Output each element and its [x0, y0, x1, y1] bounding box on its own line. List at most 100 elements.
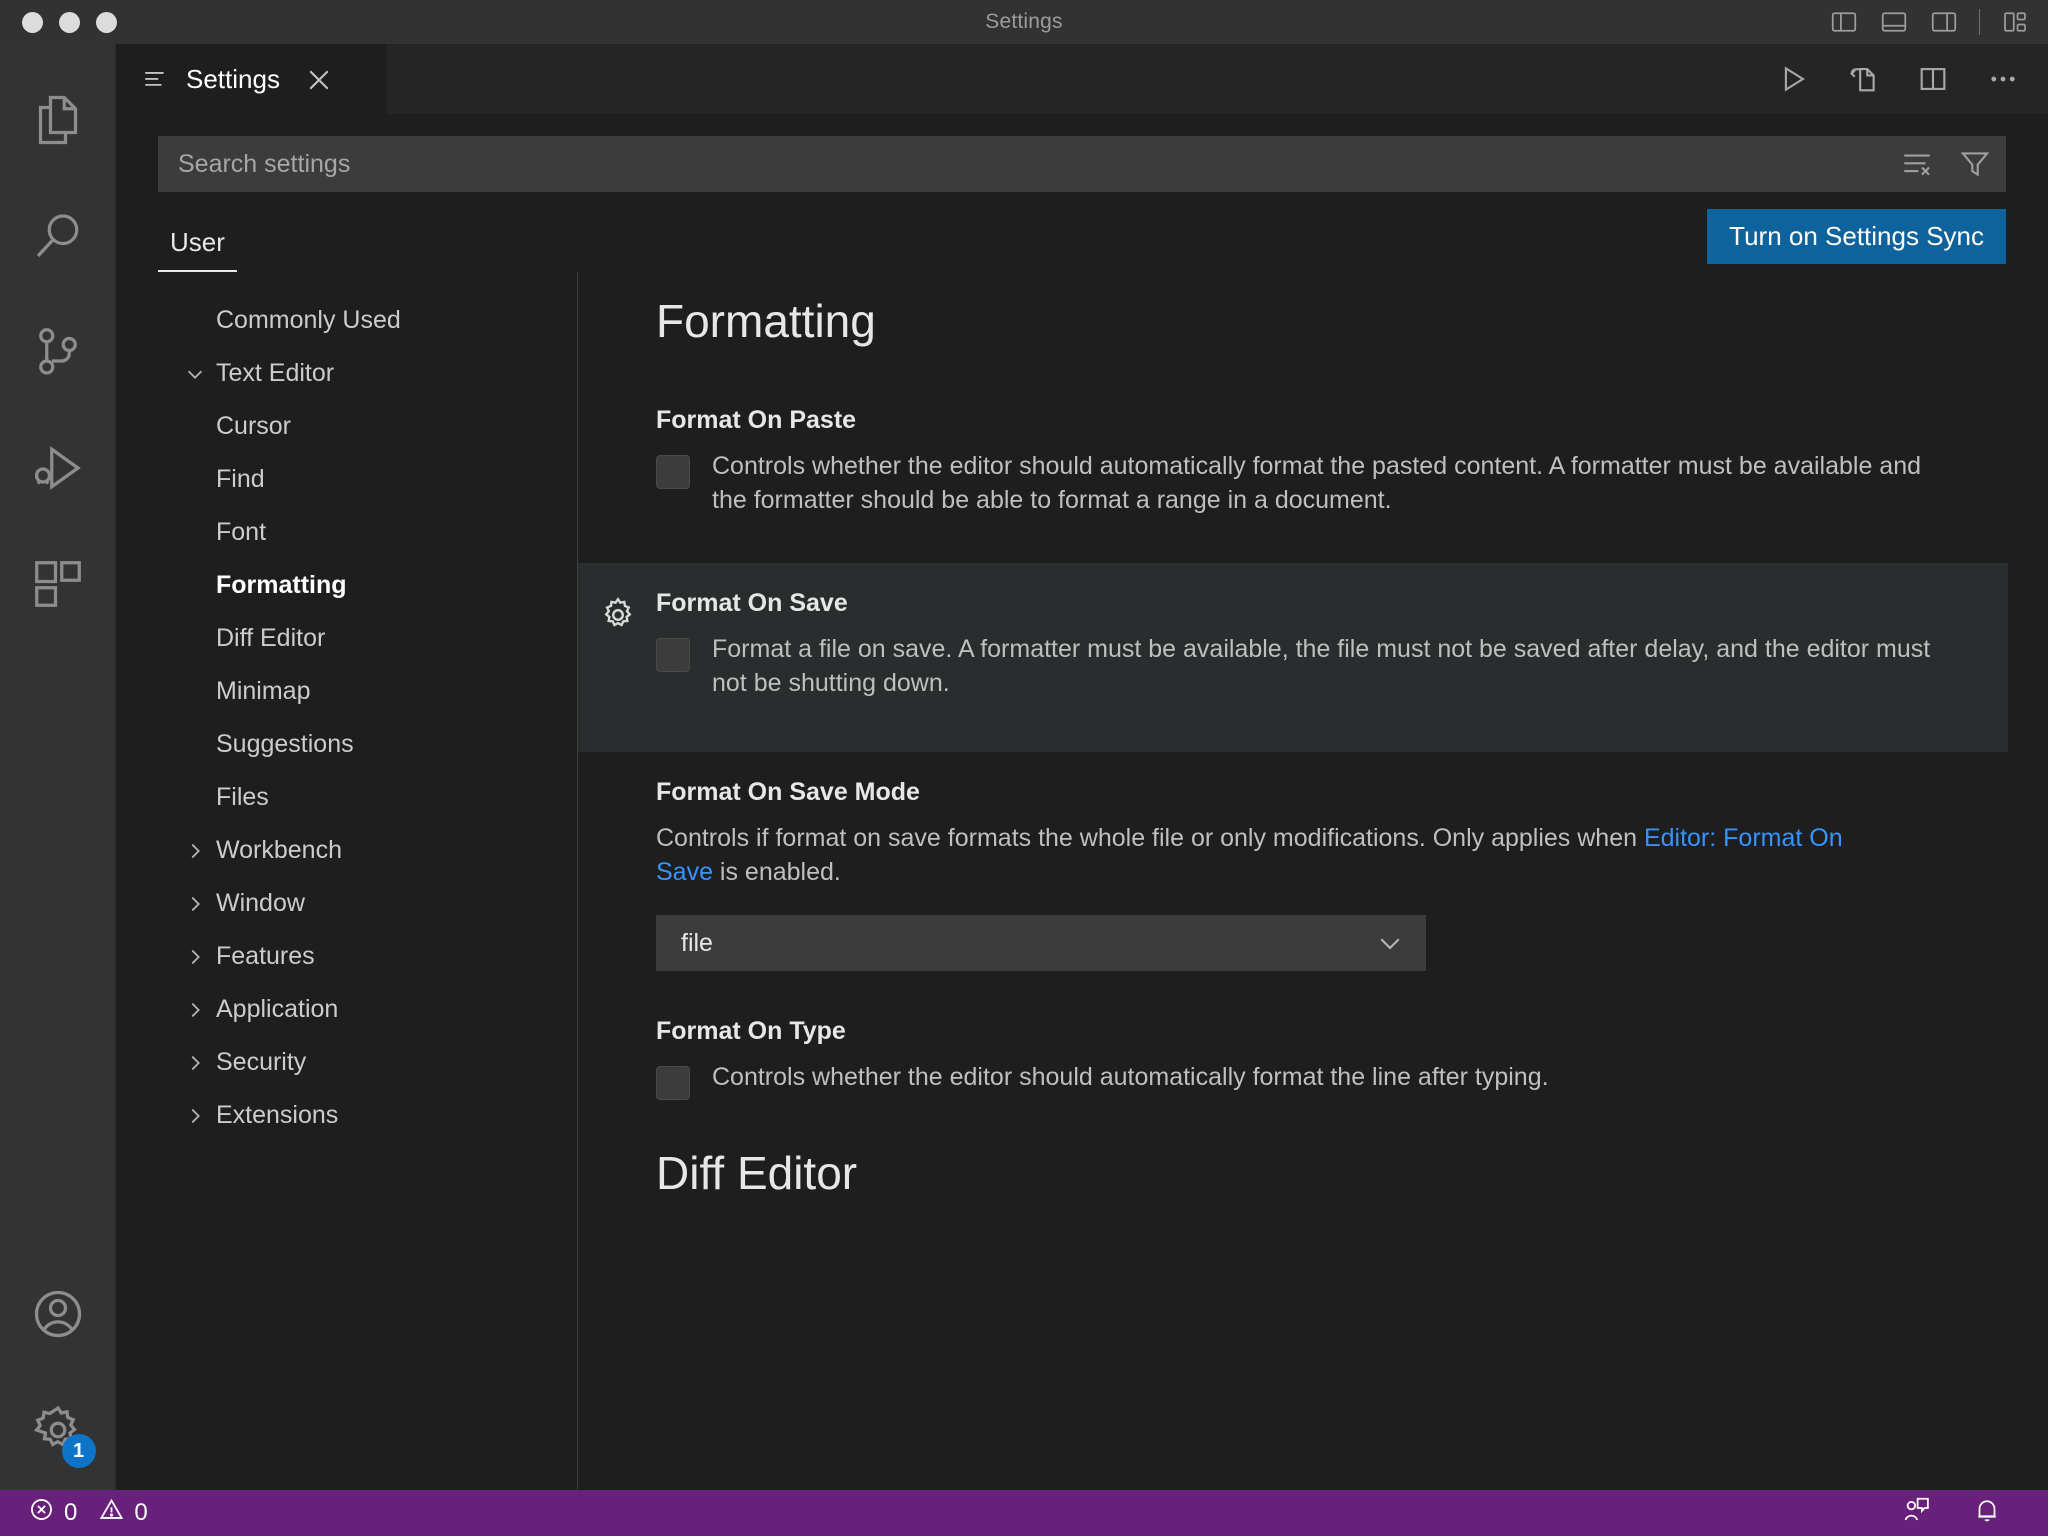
zoom-button[interactable]	[96, 11, 117, 33]
workbench-body: 1 Settings Search settings User Turn on …	[0, 44, 2048, 1490]
format-on-save-mode-select[interactable]: file	[656, 915, 1426, 971]
customize-layout-icon[interactable]	[2000, 7, 2030, 37]
more-actions-icon[interactable]	[1986, 62, 2020, 96]
setting-label: Format On Save Mode	[656, 778, 920, 806]
settings-toc-tree[interactable]: Commonly Used Text Editor Cursor Find Fo…	[158, 272, 578, 1490]
feedback-icon[interactable]	[1902, 1495, 1932, 1532]
tab-settings[interactable]: Settings	[116, 44, 386, 114]
activity-item-explorer[interactable]	[0, 64, 116, 180]
editor-actions	[386, 44, 2048, 114]
setting-control-row: Controls whether the editor should autom…	[656, 449, 2008, 517]
format-on-paste-checkbox[interactable]	[656, 455, 690, 489]
setting-control-row: Controls whether the editor should autom…	[656, 1060, 2008, 1100]
setting-label: Format On Paste	[656, 406, 857, 434]
activity-item-accounts[interactable]	[0, 1258, 116, 1374]
problems-status-item[interactable]: 0 0	[20, 1496, 156, 1530]
bell-icon[interactable]	[1972, 1495, 2002, 1532]
toc-item-suggestions[interactable]: Suggestions	[158, 718, 577, 771]
toc-item-label: Find	[216, 465, 265, 493]
chevron-down-icon[interactable]	[180, 363, 210, 385]
toggle-primary-sidebar-icon[interactable]	[1829, 7, 1859, 37]
warning-icon	[98, 1496, 125, 1530]
divider	[1979, 9, 1980, 35]
toc-item-extensions[interactable]: Extensions	[158, 1089, 577, 1142]
open-changes-icon[interactable]	[1846, 62, 1880, 96]
toc-item-label: Suggestions	[216, 730, 354, 758]
clear-settings-search-icon[interactable]	[1900, 147, 1934, 181]
error-icon	[28, 1496, 55, 1530]
chevron-right-icon[interactable]	[180, 893, 210, 915]
chevron-right-icon[interactable]	[180, 1052, 210, 1074]
editor-area: Settings Search settings User Turn on Se…	[116, 44, 2048, 1490]
extensions-icon	[28, 554, 88, 619]
setting-format-on-save[interactable]: Format On Save Format a file on save. A …	[578, 563, 2008, 752]
activity-item-run-and-debug[interactable]	[0, 412, 116, 528]
toc-item-security[interactable]: Security	[158, 1036, 577, 1089]
toc-item-label: Font	[216, 518, 267, 546]
vscode-window: Settings 1 Settings Search settings User…	[0, 0, 2048, 1536]
account-icon	[28, 1284, 88, 1349]
tab-label: Settings	[186, 64, 280, 94]
toc-item-label: Files	[216, 783, 269, 811]
status-bar: 0 0	[0, 1490, 2048, 1536]
activity-item-manage[interactable]: 1	[0, 1374, 116, 1490]
toc-item-label: Application	[216, 995, 339, 1023]
toggle-panel-icon[interactable]	[1879, 7, 1909, 37]
close-button[interactable]	[22, 11, 43, 33]
toc-item-label: Security	[216, 1048, 307, 1076]
toc-item-formatting[interactable]: Formatting	[158, 559, 577, 612]
settings-list[interactable]: Formatting Format On Paste Controls whet…	[578, 272, 2048, 1490]
toc-item-label: Workbench	[216, 836, 342, 864]
toc-item-find[interactable]: Find	[158, 453, 577, 506]
setting-format-on-save-mode[interactable]: Format On Save Mode Controls if format o…	[656, 778, 2008, 971]
toc-item-window[interactable]: Window	[158, 877, 577, 930]
page-title: Formatting	[656, 295, 876, 347]
toc-item-commonly-used[interactable]: Commonly Used	[158, 294, 577, 347]
toc-item-cursor[interactable]: Cursor	[158, 400, 577, 453]
chevron-down-icon	[1375, 928, 1405, 958]
chevron-right-icon[interactable]	[180, 1105, 210, 1127]
activity-item-source-control[interactable]	[0, 296, 116, 412]
setting-format-on-type[interactable]: Format On Type Controls whether the edit…	[656, 1017, 2008, 1100]
settings-gear-icon[interactable]	[596, 593, 640, 637]
close-icon[interactable]	[304, 65, 334, 95]
chevron-right-icon[interactable]	[180, 946, 210, 968]
format-on-save-checkbox[interactable]	[656, 638, 690, 672]
settings-tab-icon	[142, 67, 168, 93]
warning-count: 0	[134, 1499, 148, 1526]
format-on-type-checkbox[interactable]	[656, 1066, 690, 1100]
setting-description-part2: is enabled.	[712, 858, 841, 886]
chevron-right-icon[interactable]	[180, 840, 210, 862]
tab-user[interactable]: User	[158, 227, 237, 272]
search-input[interactable]	[178, 149, 1876, 179]
toc-item-files[interactable]: Files	[158, 771, 577, 824]
split-editor-icon[interactable]	[1916, 62, 1950, 96]
toc-item-workbench[interactable]: Workbench	[158, 824, 577, 877]
toc-item-label: Minimap	[216, 677, 311, 705]
setting-description: Controls whether the editor should autom…	[712, 452, 1922, 514]
settings-header: User Turn on Settings Sync	[116, 114, 2048, 272]
chevron-right-icon[interactable]	[180, 999, 210, 1021]
toc-item-features[interactable]: Features	[158, 930, 577, 983]
toc-item-label: Text Editor	[216, 359, 335, 387]
toc-item-minimap[interactable]: Minimap	[158, 665, 577, 718]
toc-item-text-editor[interactable]: Text Editor	[158, 347, 577, 400]
status-bar-left: 0 0	[20, 1496, 156, 1530]
run-icon[interactable]	[1776, 62, 1810, 96]
toc-item-font[interactable]: Font	[158, 506, 577, 559]
window-traffic-lights[interactable]	[0, 11, 117, 33]
setting-label: Format On Type	[656, 1017, 846, 1045]
activity-item-search[interactable]	[0, 180, 116, 296]
toggle-secondary-sidebar-icon[interactable]	[1929, 7, 1959, 37]
window-title: Settings	[985, 10, 1063, 33]
toc-item-application[interactable]: Application	[158, 983, 577, 1036]
turn-on-settings-sync-button[interactable]: Turn on Settings Sync	[1707, 209, 2006, 264]
run-and-debug-icon	[28, 438, 88, 503]
setting-description: Format a file on save. A formatter must …	[712, 635, 1931, 697]
toc-item-diff-editor[interactable]: Diff Editor	[158, 612, 577, 665]
filter-icon[interactable]	[1958, 147, 1992, 181]
settings-search-row[interactable]	[158, 136, 2006, 192]
activity-item-extensions[interactable]	[0, 528, 116, 644]
setting-format-on-paste[interactable]: Format On Paste Controls whether the edi…	[656, 406, 2008, 517]
minimize-button[interactable]	[59, 11, 80, 33]
